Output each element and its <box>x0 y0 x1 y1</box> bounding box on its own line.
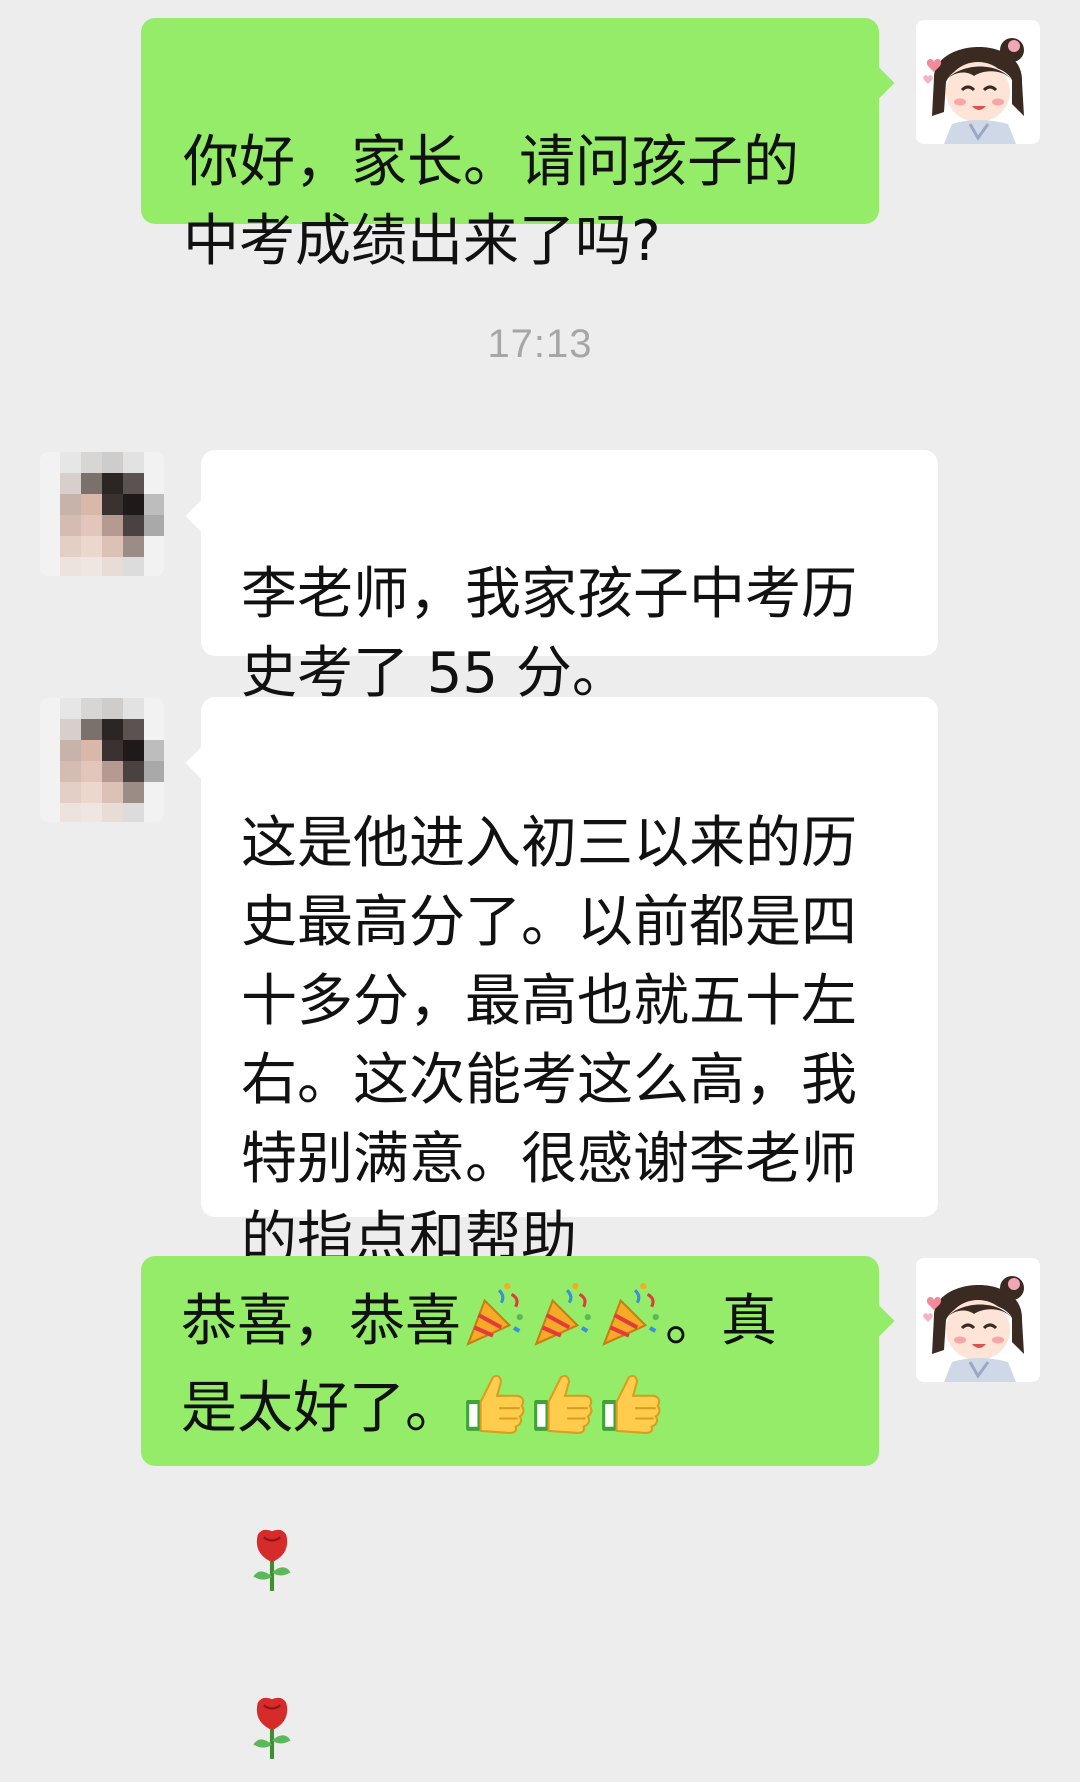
message-bubble-sent[interactable]: 恭喜，恭喜 。真 是太好了。 <box>141 1256 879 1466</box>
message-bubble-received[interactable]: 这是他进入初三以来的历 史最高分了。以前都是四 十多分，最高也就五十左 右。这次… <box>201 697 938 1759</box>
party-popper-emoji-icon <box>461 1282 529 1369</box>
teacher-avatar[interactable] <box>916 20 1040 144</box>
rose-emoji-icon <box>241 1446 303 1614</box>
teacher-avatar[interactable] <box>916 1258 1040 1382</box>
message-text: 这是他进入初三以来的历 史最高分了。以前都是四 十多分，最高也就五十左 右。这次… <box>241 811 857 1271</box>
party-popper-emoji-icon <box>597 1282 665 1369</box>
parent-avatar[interactable] <box>40 452 164 576</box>
message-bubble-received[interactable]: 李老师，我家孩子中考历 史考了 55 分。 <box>201 450 938 857</box>
message-line-2: 是太好了。 <box>181 1369 859 1456</box>
party-popper-emoji-icon <box>529 1282 597 1369</box>
message-text: 。真 <box>665 1289 777 1354</box>
message-text: 是太好了。 <box>181 1376 461 1441</box>
pixelated-avatar-icon <box>40 698 164 822</box>
chat-timestamp: 17:13 <box>487 322 593 366</box>
message-bubble-sent[interactable]: 你好，家长。请问孩子的 中考成绩出来了吗? <box>141 18 879 274</box>
message-text: 恭喜，恭喜 <box>181 1289 461 1354</box>
message-text: 李老师，我家孩子中考历 史考了 55 分。 <box>241 562 857 706</box>
message-line-1: 恭喜，恭喜 。真 <box>181 1282 859 1369</box>
thumbs-up-emoji-icon <box>461 1369 529 1456</box>
thumbs-up-emoji-icon <box>529 1369 597 1456</box>
message-text: 你好，家长。请问孩子的 中考成绩出来了吗? <box>183 130 799 274</box>
thumbs-up-emoji-icon <box>597 1369 665 1456</box>
parent-avatar[interactable] <box>40 698 164 822</box>
cartoon-girl-avatar-icon <box>916 1258 1040 1382</box>
pixelated-avatar-icon <box>40 452 164 576</box>
rose-emoji-icon <box>241 1614 303 1782</box>
cartoon-girl-avatar-icon <box>916 20 1040 144</box>
